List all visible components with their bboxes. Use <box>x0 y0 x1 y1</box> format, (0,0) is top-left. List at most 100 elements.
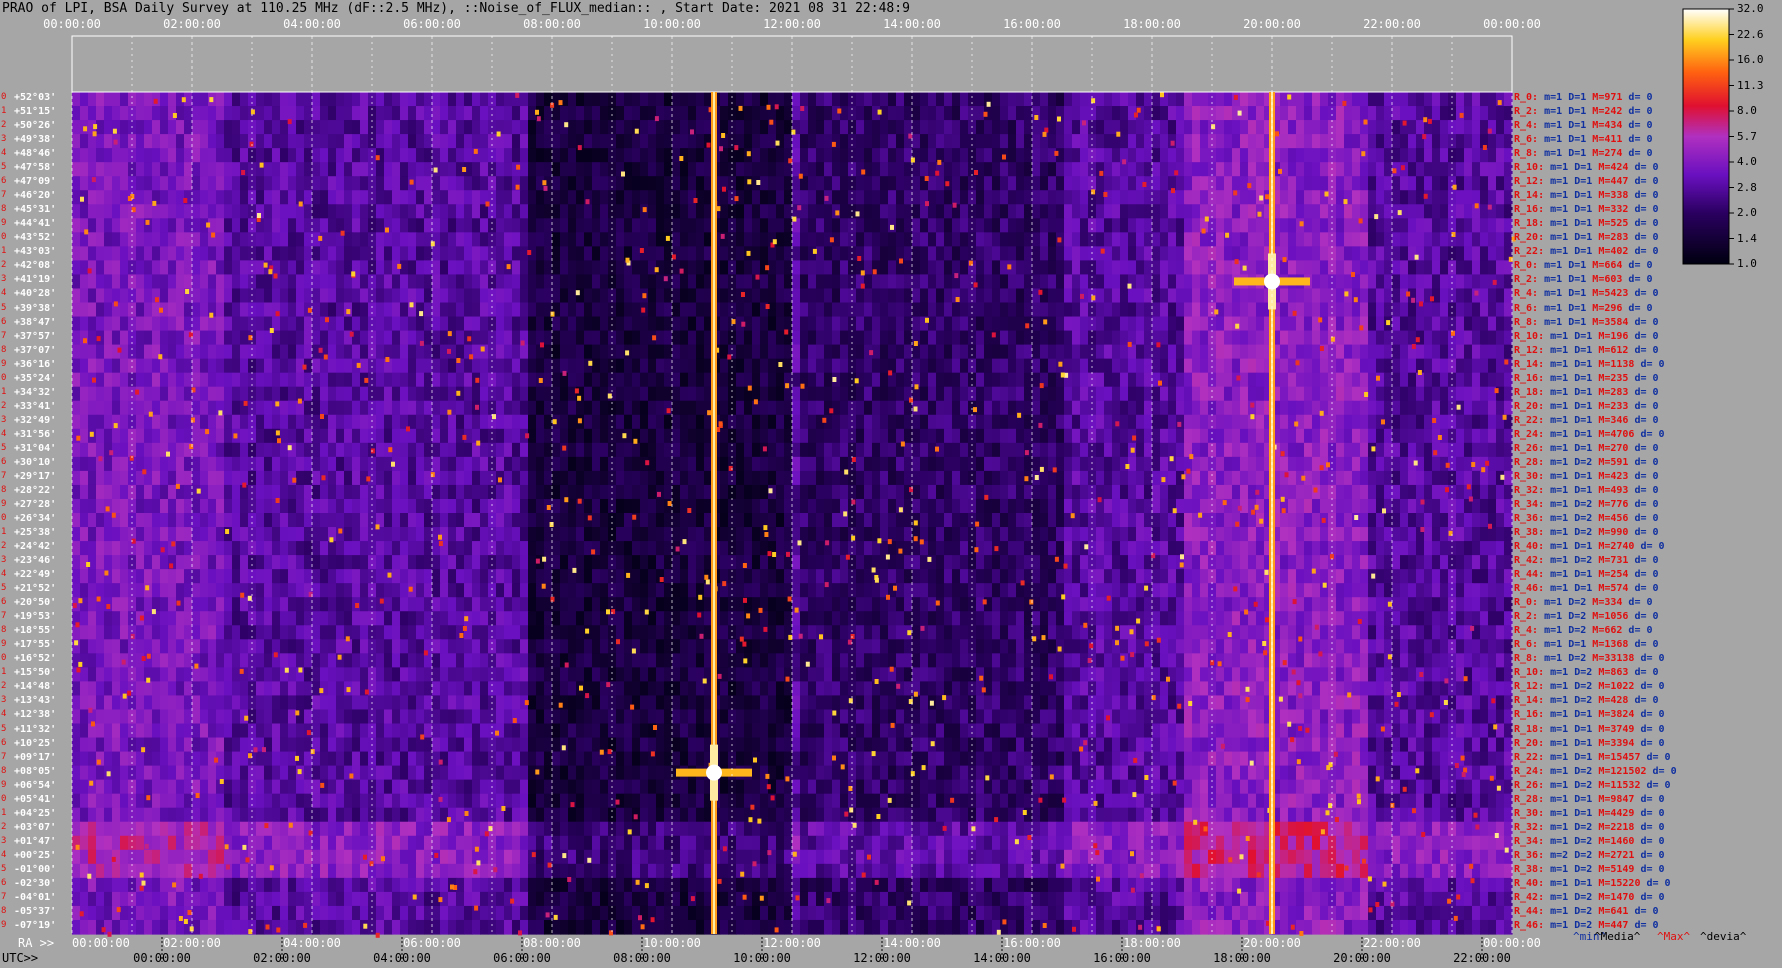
heat-cell <box>1080 246 1089 261</box>
heat-cell <box>176 456 185 472</box>
heat-cell <box>88 456 97 472</box>
heat-cell <box>544 358 553 374</box>
heat-cell <box>1072 316 1081 332</box>
heat-cell <box>1224 274 1233 290</box>
heat-cell <box>280 162 289 177</box>
heat-cell <box>640 148 649 163</box>
heat-cell <box>1192 218 1201 233</box>
heat-cell <box>1144 218 1153 233</box>
heat-cell <box>360 176 369 191</box>
heat-cell <box>1200 316 1209 332</box>
heat-cell <box>240 358 249 374</box>
heat-cell <box>240 274 249 290</box>
heat-cell <box>536 428 545 444</box>
heat-cell <box>528 400 537 416</box>
heat-cell <box>432 442 441 458</box>
heat-cell <box>1096 442 1105 458</box>
heat-cell <box>432 218 441 233</box>
heat-cell <box>1336 176 1345 191</box>
heat-cell <box>792 358 801 374</box>
heat-cell <box>560 134 569 149</box>
heat-cell <box>368 386 377 402</box>
heat-cell <box>72 414 81 430</box>
heat-cell <box>1320 162 1329 177</box>
heat-cell <box>448 106 457 121</box>
heat-cell <box>360 330 369 346</box>
heat-cell <box>336 274 345 290</box>
heat-cell <box>1496 148 1505 163</box>
heat-cell <box>496 218 505 233</box>
heat-cell <box>1336 232 1345 247</box>
heat-cell <box>808 316 817 332</box>
heat-cell <box>336 190 345 205</box>
heat-cell <box>616 260 625 276</box>
heat-cell <box>952 148 961 163</box>
heat-cell <box>592 428 601 444</box>
heat-cell <box>1312 428 1321 444</box>
heat-cell <box>1144 386 1153 402</box>
heat-cell <box>1224 442 1233 458</box>
heat-cell <box>776 400 785 416</box>
heat-cell <box>432 456 441 472</box>
heat-cell <box>208 162 217 177</box>
heat-cell <box>952 470 961 486</box>
heat-cell <box>280 428 289 444</box>
heat-cell <box>104 316 113 332</box>
heat-cell <box>1040 148 1049 163</box>
heat-cell <box>728 92 737 107</box>
heat-cell <box>664 358 673 374</box>
heat-cell <box>1456 288 1465 304</box>
heat-cell <box>872 92 881 107</box>
heat-cell <box>416 106 425 121</box>
heat-cell <box>496 428 505 444</box>
heat-cell <box>456 176 465 191</box>
heat-cell <box>528 148 537 163</box>
heat-cell <box>200 344 209 360</box>
heat-cell <box>72 358 81 374</box>
heat-cell <box>224 358 233 374</box>
heat-cell <box>424 372 433 388</box>
heat-cell <box>344 274 353 290</box>
heat-cell <box>864 120 873 135</box>
heat-cell <box>352 218 361 233</box>
heat-cell <box>1336 162 1345 177</box>
heat-cell <box>1056 414 1065 430</box>
heat-cell <box>312 470 321 486</box>
heat-cell <box>384 316 393 332</box>
heat-cell <box>1384 400 1393 416</box>
heat-cell <box>1224 176 1233 191</box>
heat-cell <box>224 190 233 205</box>
heat-cell <box>224 148 233 163</box>
heat-cell <box>184 204 193 219</box>
heat-cell <box>1200 190 1209 205</box>
heat-cell <box>1296 148 1305 163</box>
heat-cell <box>816 316 825 332</box>
heat-cell <box>896 358 905 374</box>
heat-cell <box>384 470 393 486</box>
heat-cell <box>1040 274 1049 290</box>
heat-cell <box>1088 260 1097 276</box>
heat-cell <box>280 442 289 458</box>
heat-cell <box>584 442 593 458</box>
heat-cell <box>816 288 825 304</box>
heat-cell <box>752 288 761 304</box>
heat-cell <box>920 218 929 233</box>
heat-cell <box>1216 204 1225 219</box>
heat-cell <box>744 106 753 121</box>
heat-cell <box>688 470 697 486</box>
heat-cell <box>1072 190 1081 205</box>
heat-cell <box>520 190 529 205</box>
heat-cell <box>416 246 425 261</box>
heat-cell <box>1408 162 1417 177</box>
heat-cell <box>288 414 297 430</box>
heat-cell <box>888 120 897 135</box>
heat-cell <box>552 190 561 205</box>
heat-cell <box>1376 358 1385 374</box>
heat-cell <box>1104 344 1113 360</box>
heat-cell <box>744 358 753 374</box>
heat-cell <box>608 344 617 360</box>
heat-cell <box>1416 442 1425 458</box>
heat-cell <box>304 400 313 416</box>
heat-cell <box>592 106 601 121</box>
heat-cell <box>560 400 569 416</box>
